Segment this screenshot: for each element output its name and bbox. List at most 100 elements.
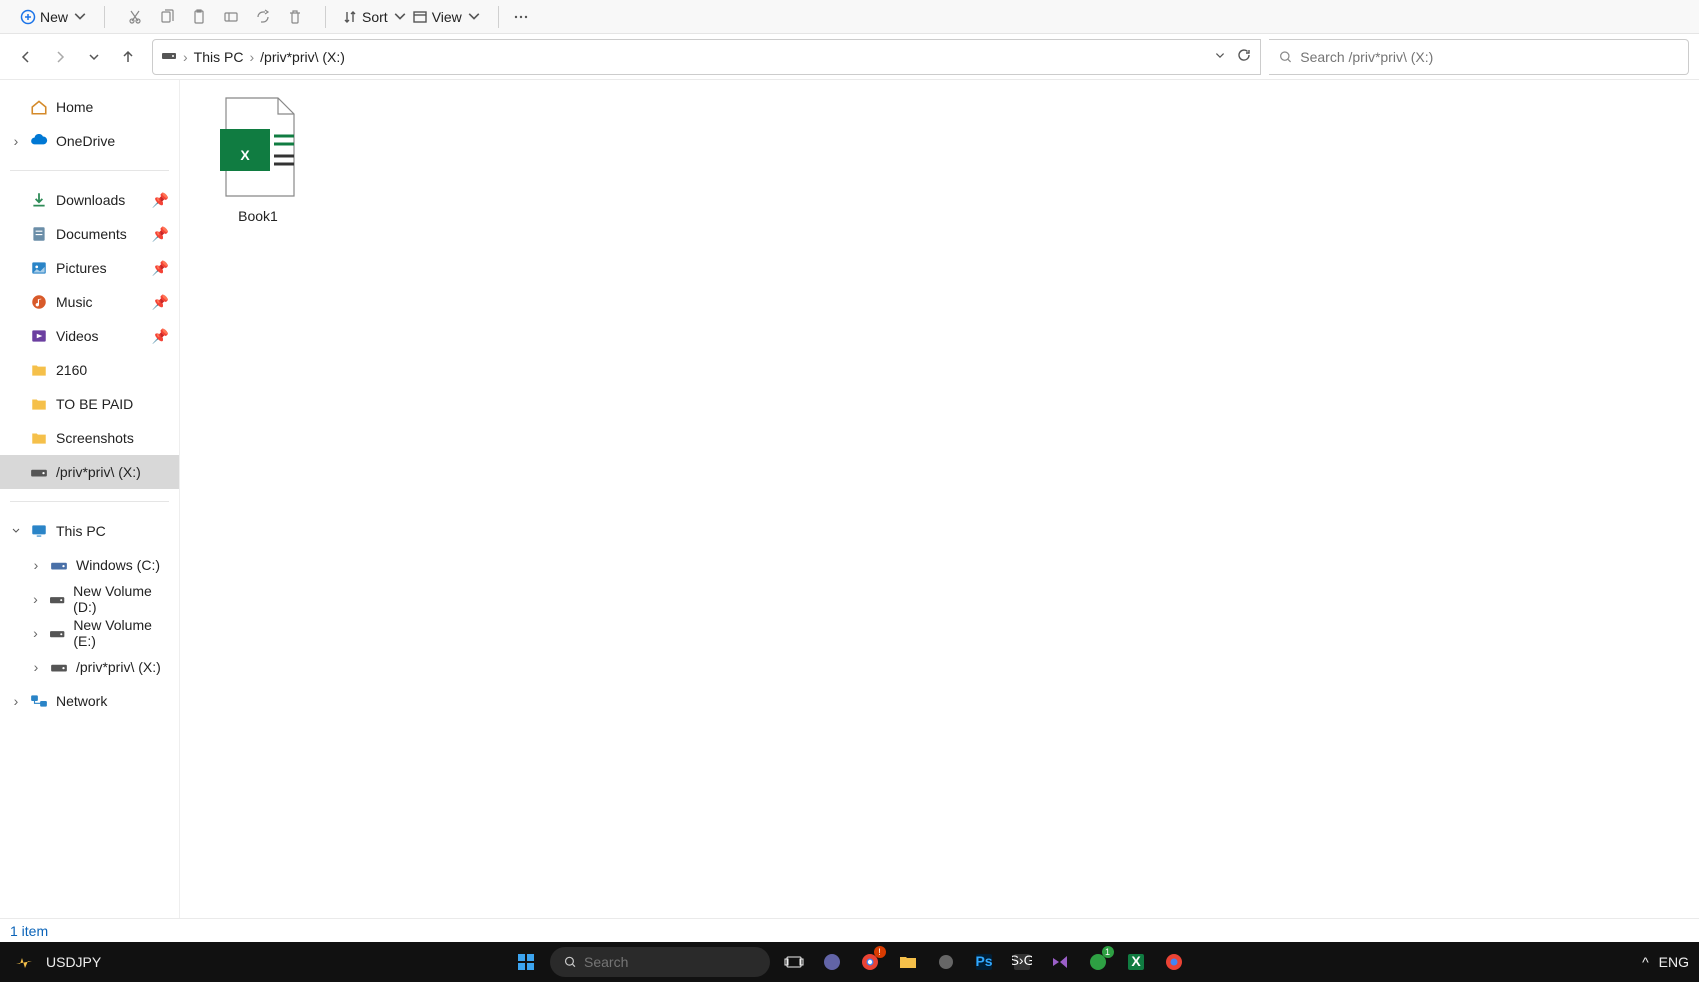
sidebar-item-label: Windows (C:)	[76, 557, 160, 573]
tray-chevron-icon[interactable]: ^	[1642, 954, 1649, 970]
rename-button[interactable]	[217, 3, 245, 31]
recent-button[interactable]	[78, 41, 110, 73]
chevron-right-icon: ›	[183, 49, 188, 65]
expand-icon[interactable]: ›	[30, 625, 41, 641]
pin-icon: 📌	[152, 260, 169, 277]
music-icon	[30, 293, 48, 311]
taskbar: USDJPY ! Ps S›G 1 X ^ ENG	[0, 942, 1699, 982]
sidebar-item-label: Pictures	[56, 260, 107, 276]
collapse-icon[interactable]	[10, 526, 22, 536]
search-input[interactable]	[1300, 49, 1678, 65]
expand-icon[interactable]: ›	[30, 557, 42, 573]
share-button[interactable]	[249, 3, 277, 31]
svg-text:X: X	[1131, 953, 1141, 969]
command-toolbar: New Sort View	[0, 0, 1699, 34]
photoshop-icon[interactable]: Ps	[970, 948, 998, 976]
expand-icon[interactable]: ›	[30, 659, 42, 675]
cloud-icon	[30, 132, 48, 150]
file-item[interactable]: X Book1	[198, 94, 318, 224]
sidebar-quick-documents[interactable]: Documents 📌	[0, 217, 179, 251]
up-button[interactable]	[112, 41, 144, 73]
sidebar-quick-folder[interactable]: TO BE PAID	[0, 387, 179, 421]
sidebar-drive-d[interactable]: › New Volume (D:)	[0, 582, 179, 616]
copy-button[interactable]	[153, 3, 181, 31]
cut-button[interactable]	[121, 3, 149, 31]
chrome-icon[interactable]: !	[856, 948, 884, 976]
breadcrumb-leaf[interactable]: /priv*priv\ (X:)	[260, 49, 345, 65]
sidebar-network-label: Network	[56, 693, 107, 709]
sidebar-item-label: TO BE PAID	[56, 396, 133, 412]
notification-badge: 1	[1102, 946, 1114, 958]
sidebar-quick-pictures[interactable]: Pictures 📌	[0, 251, 179, 285]
back-button[interactable]	[10, 41, 42, 73]
delete-button[interactable]	[281, 3, 309, 31]
search-icon	[564, 955, 577, 969]
sidebar-item-label: Videos	[56, 328, 99, 344]
status-bar: 1 item	[0, 918, 1699, 942]
language-indicator[interactable]: ENG	[1659, 954, 1689, 970]
sharex-icon[interactable]: S›G	[1008, 948, 1036, 976]
excel-icon[interactable]: X	[1122, 948, 1150, 976]
sidebar-quick-folder[interactable]: Screenshots	[0, 421, 179, 455]
breadcrumb-root[interactable]: This PC	[194, 49, 244, 65]
chevron-right-icon: ›	[249, 49, 254, 65]
pictures-icon	[30, 259, 48, 277]
sidebar-item-label: Music	[56, 294, 93, 310]
sidebar-item-label: 2160	[56, 362, 87, 378]
sidebar-quick-folder[interactable]: 2160	[0, 353, 179, 387]
sidebar-quick-downloads[interactable]: Downloads 📌	[0, 183, 179, 217]
svg-text:X: X	[240, 147, 250, 163]
sidebar-thispc[interactable]: This PC	[0, 514, 179, 548]
sidebar-onedrive-label: OneDrive	[56, 133, 115, 149]
new-button[interactable]: New	[20, 3, 88, 31]
taskview-icon[interactable]	[780, 948, 808, 976]
refresh-button[interactable]	[1236, 47, 1252, 66]
sidebar-network[interactable]: › Network	[0, 684, 179, 718]
videos-icon	[30, 327, 48, 345]
folder-icon	[30, 429, 48, 447]
expand-icon[interactable]: ›	[30, 591, 41, 607]
drive-icon	[30, 463, 48, 481]
file-list[interactable]: X Book1	[180, 80, 1699, 918]
sidebar-drive-c[interactable]: › Windows (C:)	[0, 548, 179, 582]
sidebar-quick-music[interactable]: Music 📌	[0, 285, 179, 319]
taskbar-search[interactable]	[550, 947, 770, 977]
sidebar-home[interactable]: Home	[0, 90, 179, 124]
start-button[interactable]	[512, 948, 540, 976]
explorer-icon[interactable]	[894, 948, 922, 976]
app2-icon[interactable]: 1	[1084, 948, 1112, 976]
view-button[interactable]: View	[412, 3, 482, 31]
sidebar-drive-e[interactable]: › New Volume (E:)	[0, 616, 179, 650]
pin-icon: 📌	[152, 328, 169, 345]
widget-label[interactable]: USDJPY	[46, 954, 101, 970]
address-bar[interactable]: › This PC › /priv*priv\ (X:)	[152, 39, 1261, 75]
address-dropdown-icon[interactable]	[1214, 49, 1226, 65]
app-icon[interactable]	[932, 948, 960, 976]
taskbar-search-input[interactable]	[584, 954, 756, 970]
forward-button[interactable]	[44, 41, 76, 73]
sidebar-drive-x[interactable]: › /priv*priv\ (X:)	[0, 650, 179, 684]
search-box[interactable]	[1269, 39, 1689, 75]
vs-icon[interactable]	[1046, 948, 1074, 976]
pc-icon	[30, 522, 48, 540]
widget-icon[interactable]	[10, 948, 38, 976]
sidebar-quick-drive-x[interactable]: /priv*priv\ (X:)	[0, 455, 179, 489]
network-icon	[30, 692, 48, 710]
sort-button[interactable]: Sort	[342, 3, 408, 31]
drive-icon	[161, 47, 177, 66]
drive-icon	[50, 556, 68, 574]
sidebar-item-label: /priv*priv\ (X:)	[76, 659, 161, 675]
sidebar-item-label: Screenshots	[56, 430, 134, 446]
sidebar-quick-videos[interactable]: Videos 📌	[0, 319, 179, 353]
home-icon	[30, 98, 48, 116]
expand-icon[interactable]: ›	[10, 693, 22, 709]
sidebar-item-label: Documents	[56, 226, 127, 242]
expand-icon[interactable]: ›	[10, 133, 22, 149]
teams-icon[interactable]	[818, 948, 846, 976]
status-text: 1 item	[10, 923, 48, 939]
document-icon	[30, 225, 48, 243]
chrome2-icon[interactable]	[1160, 948, 1188, 976]
more-button[interactable]	[507, 3, 535, 31]
paste-button[interactable]	[185, 3, 213, 31]
sidebar-onedrive[interactable]: › OneDrive	[0, 124, 179, 158]
